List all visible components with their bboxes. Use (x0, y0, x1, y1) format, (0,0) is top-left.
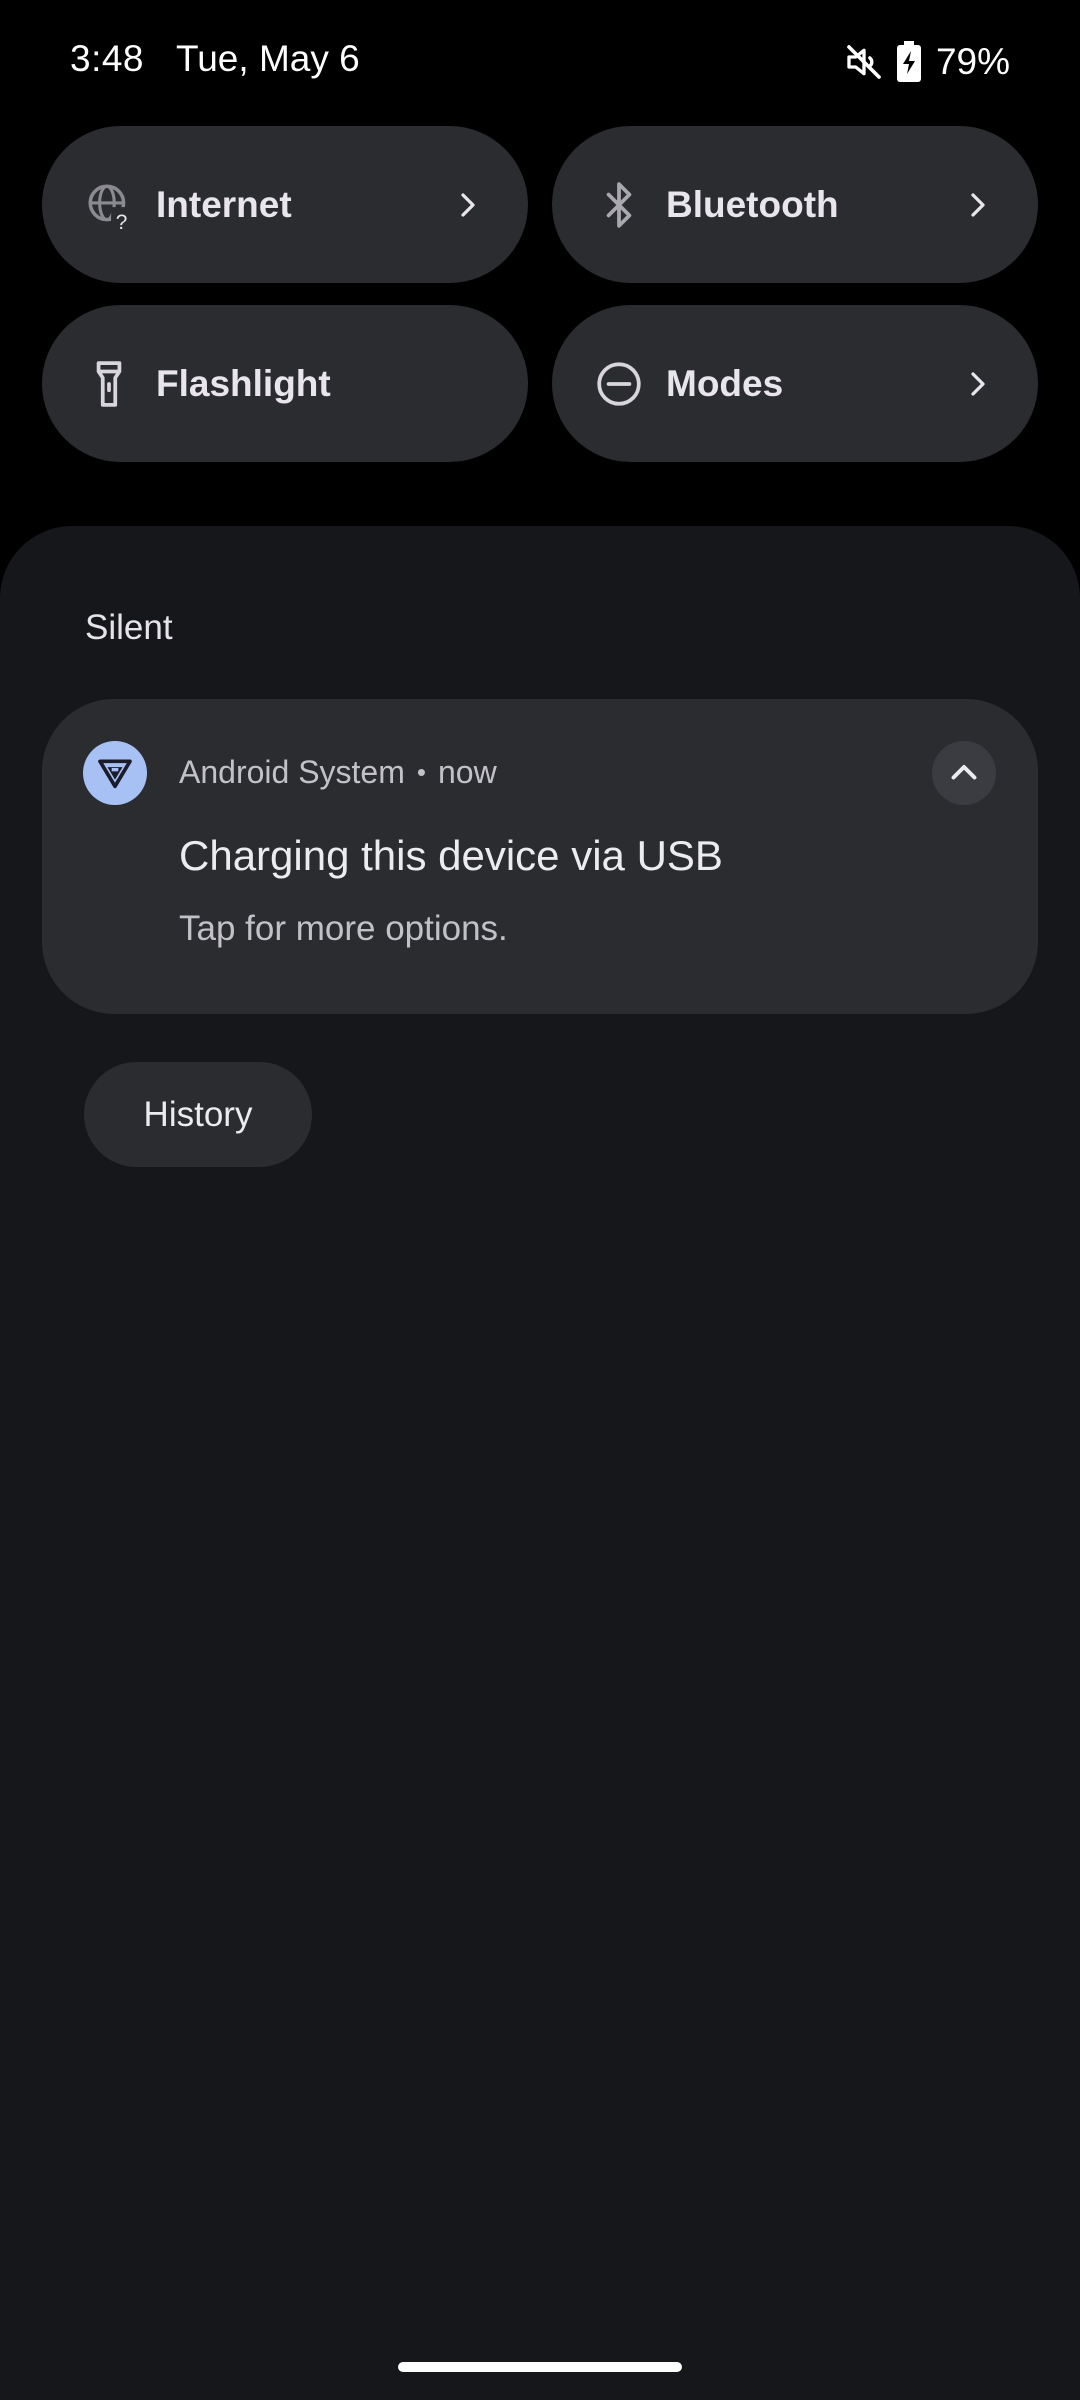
notification-title: Charging this device via USB (179, 832, 723, 879)
notification-text: Tap for more options. (179, 909, 508, 948)
qs-tile-bluetooth[interactable]: Bluetooth (552, 126, 1038, 283)
qs-tile-label: Modes (666, 362, 784, 404)
chevron-up-icon (951, 765, 977, 780)
status-icons: 79% (844, 34, 1010, 90)
history-button[interactable]: History (84, 1062, 312, 1167)
battery-charging-icon (896, 41, 922, 83)
qs-tile-label: Flashlight (156, 362, 331, 404)
collapse-notification-button[interactable] (932, 741, 996, 805)
qs-tile-modes[interactable]: Modes (552, 305, 1038, 462)
section-title-silent: Silent (85, 608, 173, 647)
bluetooth-icon (594, 180, 644, 230)
notification-panel: Silent Android System • now Charging thi… (0, 526, 1080, 2400)
mute-icon (844, 42, 884, 82)
svg-text:?: ? (116, 210, 128, 229)
qs-tile-internet[interactable]: ? Internet (42, 126, 528, 283)
status-date: Tue, May 6 (176, 38, 360, 79)
usb-icon (83, 741, 147, 805)
navigation-handle[interactable] (398, 2362, 682, 2372)
flashlight-icon (84, 359, 134, 409)
status-bar: 3:48 Tue, May 6 79% (0, 0, 1080, 125)
qs-tile-label: Internet (156, 183, 292, 225)
notification-card[interactable]: Android System • now Charging this devic… (42, 699, 1038, 1014)
quick-settings-grid: ? Internet Bluetooth Flashlight Modes (42, 126, 1038, 462)
qs-tile-flashlight[interactable]: Flashlight (42, 305, 528, 462)
qs-tile-label: Bluetooth (666, 183, 839, 225)
notification-time: now (437, 754, 497, 790)
notification-separator: • (416, 757, 426, 787)
chevron-right-icon (960, 187, 996, 223)
notification-shade-screen: 3:48 Tue, May 6 79% ? Internet Bluetooth… (0, 0, 1080, 2400)
battery-percent: 79% (935, 41, 1010, 82)
internet-unknown-icon: ? (84, 180, 134, 230)
status-time: 3:48 (70, 38, 145, 79)
notification-header: Android System • now (179, 754, 497, 791)
chevron-right-icon (450, 187, 486, 223)
notification-app-name: Android System (179, 754, 405, 790)
chevron-right-icon (960, 366, 996, 402)
do-not-disturb-icon (594, 359, 644, 409)
